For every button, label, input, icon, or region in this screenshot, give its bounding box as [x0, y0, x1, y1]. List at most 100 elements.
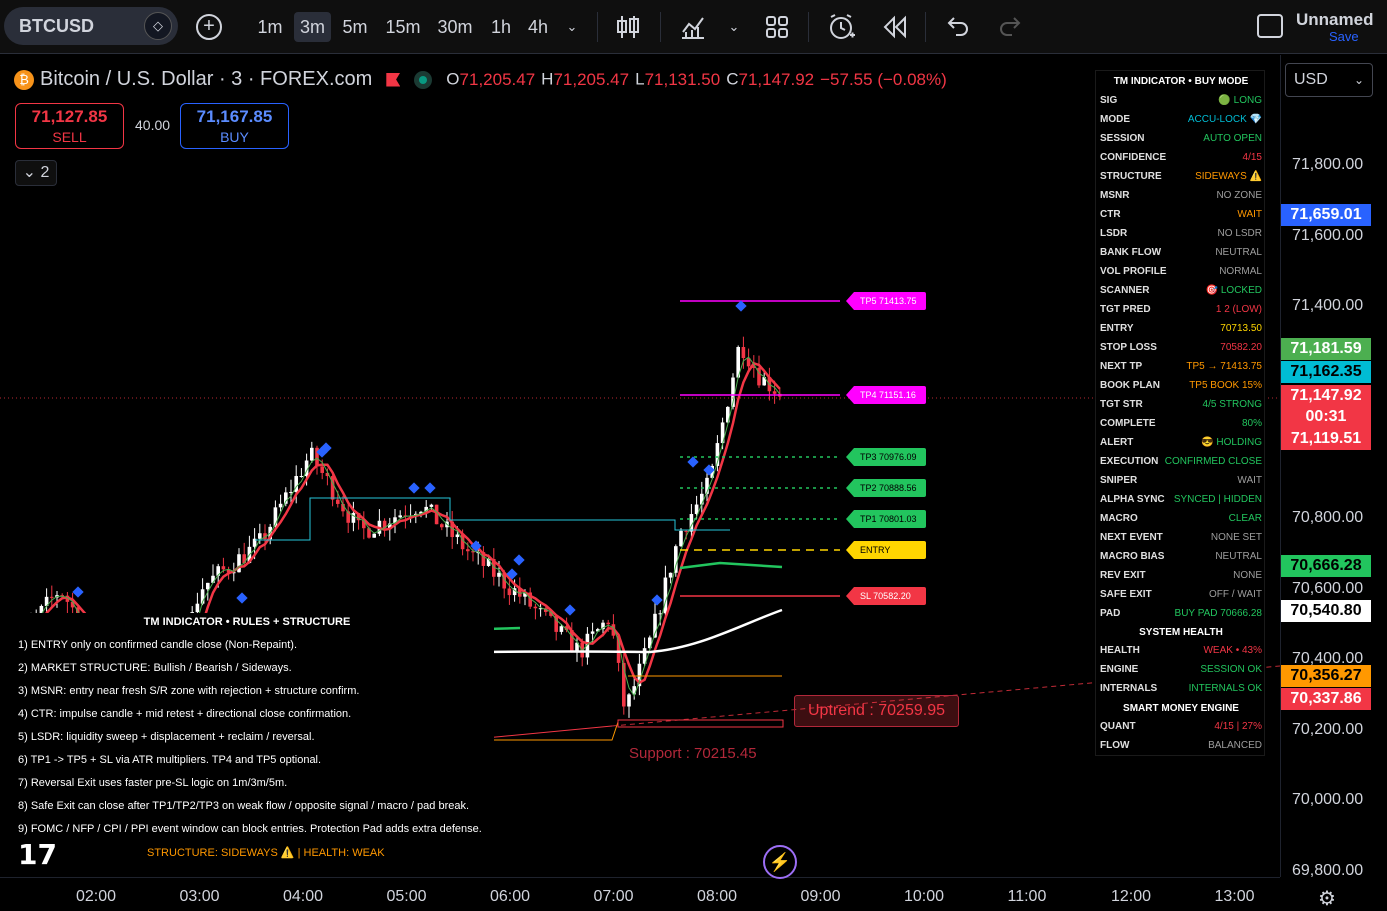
alert-clock-icon[interactable] [828, 13, 856, 41]
axis-price-label: 71,162.35 [1281, 361, 1371, 383]
candle-body [741, 347, 746, 359]
layout-grid-icon[interactable] [765, 15, 789, 39]
candle-body [398, 515, 402, 518]
x-tick: 04:00 [283, 888, 324, 905]
y-tick: 71,800.00 [1292, 156, 1364, 173]
price-axis[interactable] [1280, 55, 1387, 877]
sell-button[interactable]: 71,127.85 SELL [15, 103, 124, 149]
panel-key: BOOK PLAN [1100, 380, 1160, 391]
candle-body [221, 566, 226, 570]
collapse-indicators-button[interactable]: ⌄ 2 [15, 160, 57, 186]
tf-3m[interactable]: 3m [294, 12, 331, 42]
health-row: INTERNALS INTERNALS OK [1100, 679, 1262, 698]
axis-price-label: 70,666.28 [1281, 555, 1371, 577]
tf-15m[interactable]: 15m [383, 12, 423, 42]
settings-gear-icon[interactable]: ⚙ [1318, 886, 1336, 911]
axis-price-label: 71,119.51 [1281, 428, 1371, 450]
tf-1h[interactable]: 1h [487, 12, 515, 42]
health-key: HEALTH [1100, 645, 1140, 656]
tf-1m[interactable]: 1m [255, 12, 285, 42]
panel-row: ENTRY 70713.50 [1100, 319, 1262, 338]
panel-value: NO ZONE [1216, 190, 1262, 201]
x-tick: 11:00 [1007, 888, 1047, 905]
sme-value: BALANCED [1208, 740, 1262, 751]
panel-row: CONFIDENCE 4/15 [1100, 148, 1262, 167]
y-tick: 70,000.00 [1292, 791, 1364, 809]
redo-icon[interactable] [998, 15, 1022, 37]
rules-line: 6) TP1 -> TP5 + SL via ATR multipliers. … [18, 754, 322, 766]
y-tick: 70,200.00 [1292, 720, 1364, 738]
panel-key: TGT STR [1100, 399, 1143, 410]
axis-price-label: 71,659.01 [1281, 204, 1371, 226]
timeframe-dropdown-icon[interactable]: ⌄ [562, 12, 582, 42]
market-status-icon [414, 70, 433, 89]
panel-key: ENTRY [1100, 323, 1134, 334]
chevron-down-icon: ⌄ [1353, 73, 1364, 87]
signal-diamond [687, 456, 699, 468]
panel-value: 4/15 [1242, 152, 1262, 163]
currency-value: USD [1294, 71, 1328, 88]
replay-icon[interactable] [882, 15, 908, 39]
layout-name[interactable]: Unnamed [1296, 10, 1373, 30]
panel-value: WAIT [1237, 475, 1262, 486]
panel-value: 🎯 LOCKED [1205, 285, 1262, 296]
panel-key: SESSION [1100, 133, 1145, 144]
symbol-search-button[interactable]: BTCUSD ◇ [4, 7, 178, 45]
x-tick: 09:00 [800, 888, 841, 905]
x-tick: 06:00 [490, 888, 531, 905]
panel-key: LSDR [1100, 228, 1128, 239]
x-tick: 05:00 [386, 888, 427, 905]
level-tag: SL 70582.20 [846, 587, 926, 605]
buy-button[interactable]: 71,167.85 BUY [180, 103, 289, 149]
candle-body [627, 694, 631, 707]
indicator-count: 2 [40, 164, 50, 181]
low-value: 71,131.50 [644, 69, 721, 89]
panel-value: NONE SET [1210, 532, 1262, 543]
indicators-icon[interactable] [680, 14, 706, 40]
flag-icon[interactable] [386, 72, 401, 87]
candle-body [310, 447, 314, 461]
panel-value: AUTO OPEN [1203, 133, 1262, 144]
candle-body [684, 530, 688, 532]
level-tag: TP3 70976.09 [846, 448, 926, 466]
indicators-dropdown-icon[interactable]: ⌄ [724, 12, 744, 42]
panel-row: CTR WAIT [1100, 205, 1262, 224]
y-tick: 69,800.00 [1292, 862, 1364, 879]
tf-5m[interactable]: 5m [339, 12, 371, 42]
candle-body [668, 572, 673, 578]
compare-add-icon[interactable]: + [196, 14, 222, 40]
level-tag: TP1 70801.03 [846, 510, 926, 528]
panel-value: OFF / WAIT [1209, 589, 1262, 600]
change-value: −57.55 (−0.08%) [820, 69, 947, 89]
flash-icon[interactable]: ⚡ [763, 845, 797, 879]
diamond-icon[interactable]: ◇ [144, 12, 172, 40]
panel-value: NEUTRAL [1215, 247, 1262, 258]
spread-value: 40.00 [135, 117, 171, 133]
rules-line: 4) CTR: impulse candle + mid retest + di… [18, 708, 352, 720]
health-title: SYSTEM HEALTH [1139, 627, 1223, 638]
panel-row: SCANNER 🎯 LOCKED [1100, 281, 1262, 300]
layout-icon[interactable] [1257, 14, 1283, 38]
health-value: INTERNALS OK [1188, 683, 1262, 694]
health-row: ENGINE SESSION OK [1100, 660, 1262, 679]
health-key: ENGINE [1100, 664, 1139, 675]
save-button[interactable]: Save [1329, 29, 1359, 44]
level-tag: ENTRY 70713.50 [846, 541, 926, 559]
tf-4h[interactable]: 4h [524, 12, 552, 42]
y-tick: 70,800.00 [1292, 509, 1364, 526]
panel-row: MACRO CLEAR [1100, 509, 1262, 528]
signal-diamond [424, 482, 436, 494]
candle-body [320, 466, 324, 473]
currency-select[interactable]: USD ⌄ [1285, 63, 1373, 97]
panel-row: PAD BUY PAD 70666.28 [1100, 604, 1262, 623]
signal-diamond [72, 586, 84, 598]
panel-key: CONFIDENCE [1100, 152, 1167, 163]
candle-type-icon[interactable] [616, 14, 640, 40]
health-value: SESSION OK [1200, 664, 1262, 675]
rules-footer: STRUCTURE: SIDEWAYS ⚠️ | HEALTH: WEAK [147, 847, 385, 859]
tf-30m[interactable]: 30m [434, 12, 476, 42]
panel-key: EXECUTION [1100, 456, 1159, 467]
panel-key: COMPLETE [1100, 418, 1156, 429]
undo-icon[interactable] [946, 15, 970, 37]
sme-row: FLOW BALANCED [1100, 736, 1262, 755]
